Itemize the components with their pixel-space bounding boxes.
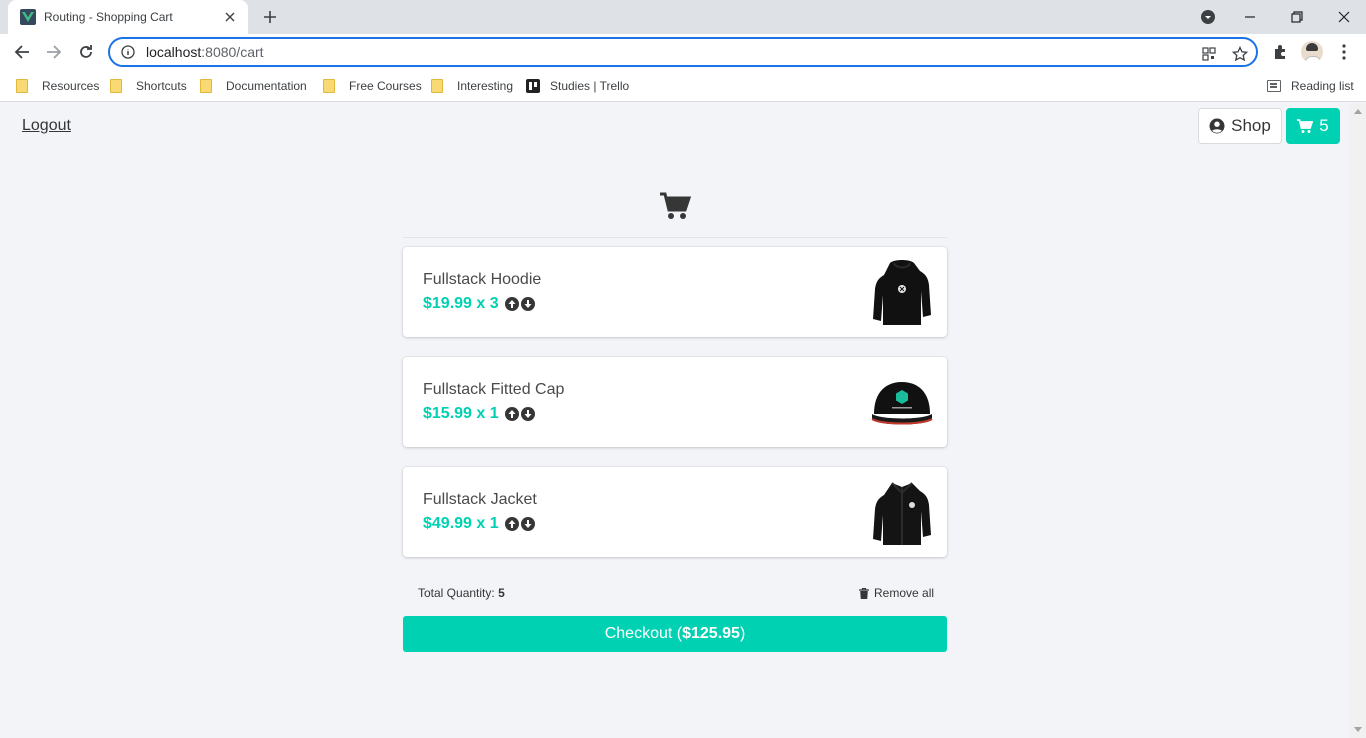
bookmark-shortcuts[interactable]: Shortcuts	[110, 76, 187, 96]
url-text: localhost:8080/cart	[146, 44, 264, 60]
forward-icon[interactable]	[40, 38, 68, 66]
cart-item: Fullstack Hoodie $19.99 x 3	[403, 247, 947, 337]
item-price: $49.99 x 1	[423, 515, 537, 533]
reading-list-icon	[1267, 80, 1281, 92]
site-info-icon[interactable]	[120, 44, 136, 60]
trello-icon	[526, 79, 540, 93]
browser-tab-bar: Routing - Shopping Cart	[0, 0, 1366, 34]
bookmark-star-icon[interactable]	[1231, 45, 1249, 63]
jacket-image	[869, 475, 935, 549]
increase-quantity-icon[interactable]	[505, 407, 520, 422]
item-price: $19.99 x 3	[423, 295, 537, 313]
cart-button[interactable]: 5	[1286, 108, 1340, 144]
increase-quantity-icon[interactable]	[505, 517, 520, 532]
shop-label: Shop	[1231, 116, 1271, 135]
close-window-icon[interactable]	[1322, 0, 1366, 34]
minimize-icon[interactable]	[1228, 0, 1272, 34]
scroll-down-icon[interactable]	[1354, 727, 1362, 732]
reload-icon[interactable]	[72, 38, 100, 66]
browser-tab[interactable]: Routing - Shopping Cart	[8, 0, 248, 34]
restore-icon[interactable]	[1275, 0, 1319, 34]
reading-list-button[interactable]: Reading list	[1267, 76, 1354, 96]
vue-logo-icon	[20, 9, 36, 25]
cart-item: Fullstack Fitted Cap $15.99 x 1	[403, 357, 947, 447]
increase-quantity-icon[interactable]	[505, 297, 520, 312]
browser-menu-icon[interactable]	[1332, 40, 1356, 64]
tab-title: Routing - Shopping Cart	[44, 10, 173, 24]
logout-link[interactable]: Logout	[22, 117, 71, 135]
close-tab-icon[interactable]	[222, 9, 238, 25]
decrease-quantity-icon[interactable]	[521, 517, 536, 532]
extensions-icon[interactable]	[1268, 40, 1292, 64]
qr-code-icon[interactable]	[1200, 45, 1218, 63]
page-scrollbar[interactable]	[1350, 103, 1366, 738]
remove-all-button[interactable]: Remove all	[859, 586, 934, 600]
item-name: Fullstack Fitted Cap	[423, 381, 565, 398]
address-bar[interactable]: localhost:8080/cart	[108, 37, 1258, 67]
folder-icon	[431, 79, 443, 93]
divider	[403, 237, 947, 238]
cart-count: 5	[1319, 116, 1329, 135]
page-content: Logout Shop 5 Fullstack Hoodie $19.99 x …	[0, 103, 1350, 738]
shopping-cart-icon	[659, 191, 691, 221]
tab-search-icon[interactable]	[1186, 0, 1230, 34]
item-name: Fullstack Jacket	[423, 491, 537, 508]
bookmark-documentation[interactable]: Documentation	[200, 76, 307, 96]
bookmark-studies-trello[interactable]: Studies | Trello	[526, 76, 629, 96]
profile-avatar[interactable]	[1300, 40, 1324, 64]
decrease-quantity-icon[interactable]	[521, 407, 536, 422]
checkout-button[interactable]: Checkout ($125.95)	[403, 616, 947, 652]
new-tab-icon[interactable]	[258, 6, 282, 28]
remove-all-label: Remove all	[874, 586, 935, 600]
total-quantity: Total Quantity: 5	[418, 586, 505, 600]
browser-toolbar: localhost:8080/cart	[0, 34, 1366, 70]
user-circle-icon	[1209, 118, 1225, 134]
bookmarks-bar: Resources Shortcuts Documentation Free C…	[0, 70, 1366, 102]
bookmark-resources[interactable]: Resources	[16, 76, 99, 96]
folder-icon	[110, 79, 122, 93]
scroll-up-icon[interactable]	[1354, 109, 1362, 114]
shop-button[interactable]: Shop	[1198, 108, 1282, 144]
item-price: $15.99 x 1	[423, 405, 537, 423]
cap-image	[869, 365, 935, 439]
folder-icon	[16, 79, 28, 93]
trash-icon	[859, 587, 869, 599]
item-name: Fullstack Hoodie	[423, 271, 542, 288]
bookmark-interesting[interactable]: Interesting	[431, 76, 513, 96]
decrease-quantity-icon[interactable]	[521, 297, 536, 312]
back-icon[interactable]	[8, 38, 36, 66]
cart-item: Fullstack Jacket $49.99 x 1	[403, 467, 947, 557]
folder-icon	[200, 79, 212, 93]
hoodie-image	[869, 255, 935, 329]
folder-icon	[323, 79, 335, 93]
cart-icon	[1297, 118, 1314, 133]
bookmark-free-courses[interactable]: Free Courses	[323, 76, 422, 96]
